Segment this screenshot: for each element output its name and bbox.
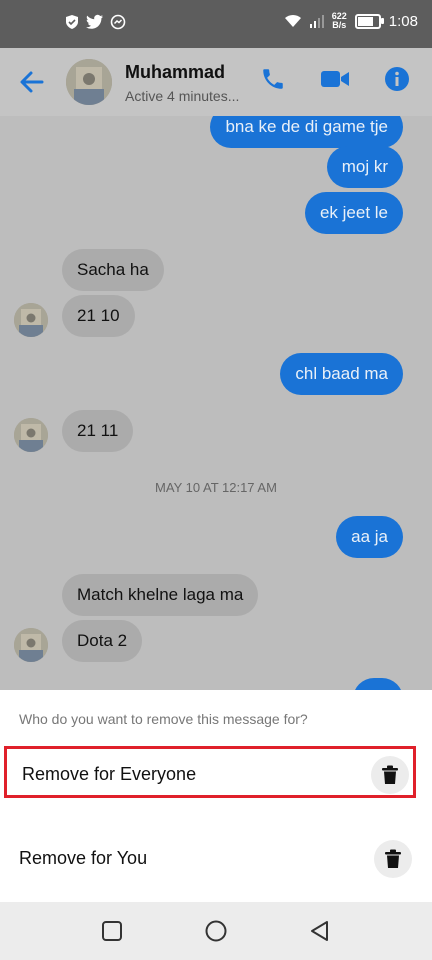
clock: 1:08 [388,12,418,30]
trash-icon[interactable] [374,840,412,878]
square-nav-icon[interactable] [101,920,123,942]
avatar[interactable] [66,59,112,105]
message-bubble-incoming[interactable]: Dota 2 [62,620,143,662]
message-bubble-incoming[interactable]: Match khelne laga ma [62,574,259,616]
message-bubble-outgoing[interactable]: chl baad ma [280,353,403,395]
signal-icon [309,15,324,28]
remove-for-everyone-button[interactable]: Remove for Everyone [4,746,416,798]
sheet-question: Who do you want to remove this message f… [19,711,308,727]
system-nav-bar [0,902,432,960]
avatar[interactable] [14,628,48,662]
wifi-icon [284,14,301,27]
message-bubble-outgoing[interactable]: aa ja [336,516,403,558]
trash-icon[interactable] [371,756,409,794]
avatar[interactable] [14,303,48,337]
net-speed: 622 B/s [331,11,347,30]
active-status: Active 4 minutes... [125,88,240,104]
option-label: Remove for Everyone [22,764,197,784]
phone-icon[interactable] [260,66,286,92]
circle-nav-icon[interactable] [204,920,228,944]
message-bubble-incoming[interactable]: 21 11 [62,410,134,452]
triangle-nav-icon[interactable] [309,920,331,942]
status-bar: 622 B/s 1:08 [0,0,432,48]
message-bubble-incoming[interactable]: 21 10 [62,295,135,337]
message-list[interactable]: bna ke de di game tje moj kr ek jeet le … [0,116,432,690]
remove-for-you-button[interactable]: Remove for You [4,833,416,885]
option-label: Remove for You [19,848,148,868]
back-arrow-icon[interactable] [18,68,46,96]
message-bubble-outgoing[interactable] [353,678,403,690]
message-bubble-incoming[interactable]: Sacha ha [62,249,164,291]
video-icon[interactable] [320,66,350,92]
contact-name[interactable]: Muhammad [125,62,225,83]
date-separator: MAY 10 AT 12:17 AM [155,480,277,495]
messenger-icon [110,14,126,30]
avatar[interactable] [14,418,48,452]
message-bubble-outgoing[interactable]: ek jeet le [304,192,403,234]
remove-message-sheet: Who do you want to remove this message f… [0,690,432,902]
message-bubble-outgoing[interactable]: bna ke de di game tje [210,116,403,148]
message-bubble-outgoing[interactable]: moj kr [326,146,403,188]
twitter-icon [86,14,103,29]
shield-icon [66,15,78,29]
chat-header: Muhammad Active 4 minutes... [0,48,432,116]
info-icon[interactable] [384,66,410,92]
battery-icon [354,13,384,29]
